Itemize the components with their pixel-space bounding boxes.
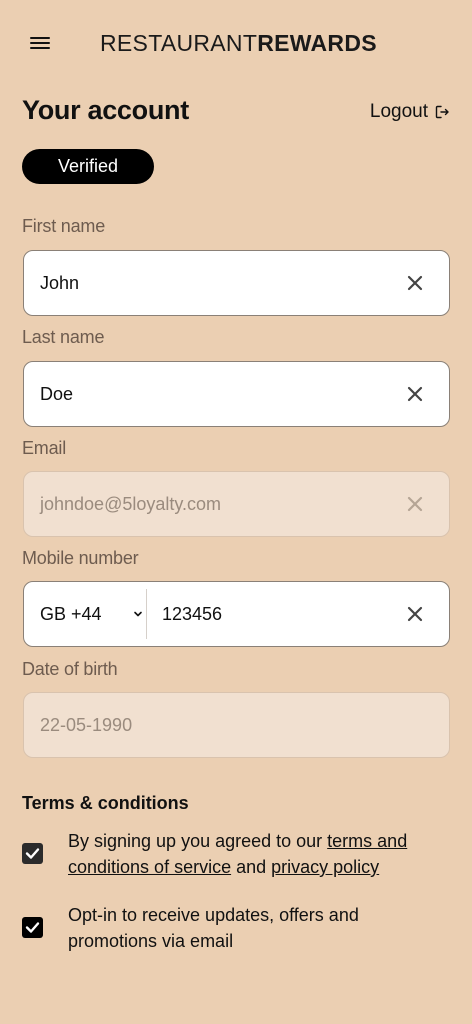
clear-email-button — [405, 494, 425, 514]
close-icon — [407, 275, 423, 291]
logout-button[interactable]: Logout — [370, 101, 450, 123]
checkmark-icon — [25, 848, 40, 859]
logo-bold-text: REWARDS — [257, 30, 377, 56]
checkmark-icon — [25, 922, 40, 933]
terms-middle: and — [231, 857, 272, 877]
app-header: RESTAURANTREWARDS — [0, 0, 472, 88]
page-title: Your account — [22, 95, 189, 125]
logout-label: Logout — [369, 101, 428, 122]
optin-text: Opt-in to receive updates, offers and pr… — [68, 905, 359, 951]
last-name-label: Last name — [22, 327, 105, 347]
country-code-select[interactable]: GB +44 — [40, 582, 144, 646]
logo-light-text: RESTAURANT — [100, 30, 258, 56]
field-divider — [146, 589, 147, 639]
mobile-field[interactable]: GB +44 123456 — [23, 581, 450, 647]
optin-checkbox[interactable] — [22, 917, 43, 938]
email-field: johndoe@5loyalty.com — [23, 471, 450, 537]
mobile-number-input[interactable]: 123456 — [162, 582, 222, 646]
clear-last-name-button[interactable] — [405, 384, 425, 404]
dob-value: 22-05-1990 — [40, 714, 133, 735]
terms-checkbox[interactable] — [22, 843, 43, 864]
first-name-value[interactable]: John — [40, 251, 79, 315]
terms-heading: Terms & conditions — [22, 793, 189, 813]
dob-label: Date of birth — [22, 659, 118, 679]
first-name-field[interactable]: John — [23, 250, 450, 316]
first-name-label: First name — [22, 216, 106, 236]
mobile-label: Mobile number — [22, 548, 139, 568]
country-code-value: GB +44 — [40, 603, 102, 624]
close-icon — [407, 606, 423, 622]
menu-icon[interactable] — [28, 34, 52, 52]
terms-prefix: By signing up you agreed to our — [68, 831, 328, 851]
verified-badge: Verified — [22, 149, 154, 184]
terms-agreement-text: By signing up you agreed to our terms an… — [68, 828, 448, 880]
email-value: johndoe@5loyalty.com — [40, 493, 222, 514]
last-name-value[interactable]: Doe — [40, 362, 73, 426]
logout-icon — [435, 105, 449, 119]
clear-mobile-button[interactable] — [405, 604, 425, 624]
chevron-down-icon — [134, 611, 142, 617]
app-logo: RESTAURANTREWARDS — [100, 30, 377, 57]
close-icon — [407, 386, 423, 402]
privacy-link[interactable]: privacy policy — [271, 857, 379, 877]
last-name-field[interactable]: Doe — [23, 361, 450, 427]
close-icon — [407, 496, 423, 512]
dob-field: 22-05-1990 — [23, 692, 450, 758]
email-label: Email — [22, 438, 67, 458]
clear-first-name-button[interactable] — [405, 273, 425, 293]
